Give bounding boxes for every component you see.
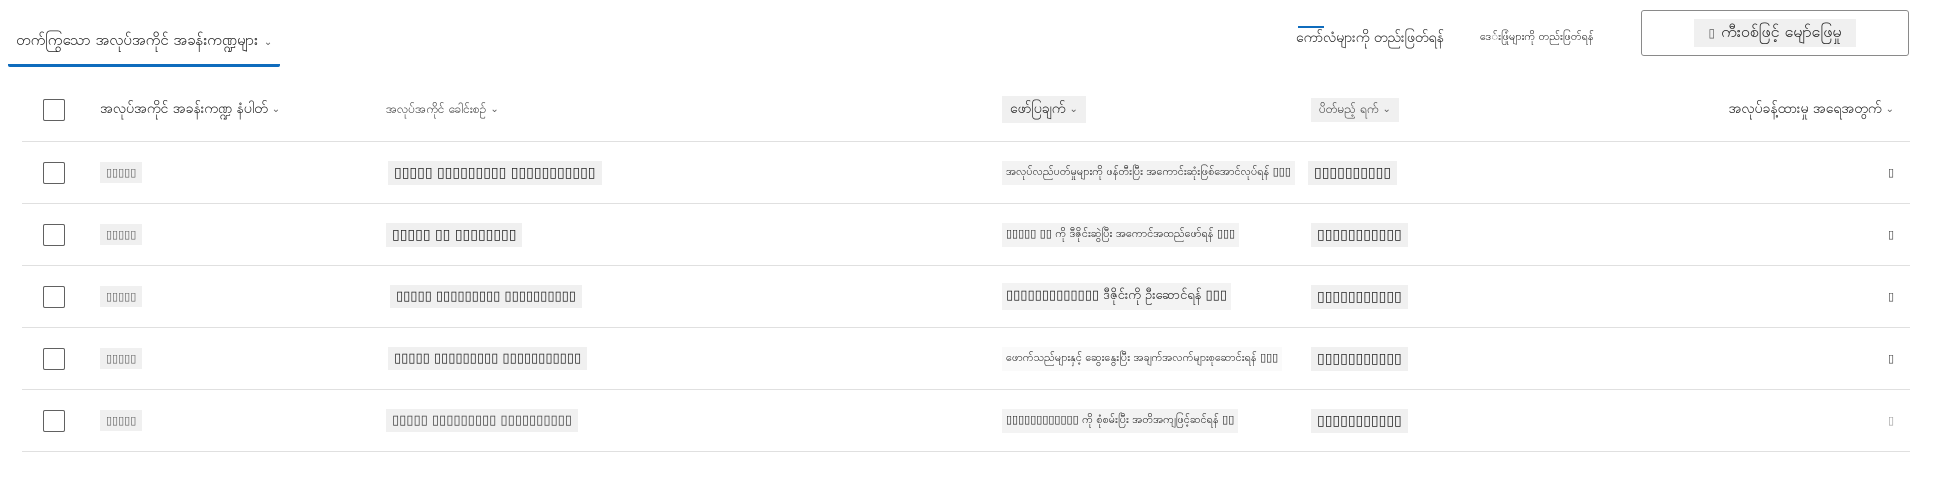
job-role-description: ▯▯▯▯▯▯▯▯▯▯▯▯ ကို စုံစမ်းပြီး အတိအကျဖြင့်… [1002,408,1239,433]
job-role-number[interactable]: ▯▯▯▯▯ [100,224,143,245]
job-role-hours: ▯ [1887,166,1894,179]
job-role-number[interactable]: ▯▯▯▯▯ [100,286,143,307]
job-role-hours: ▯ [1887,352,1894,365]
job-role-description: ▯▯▯▯▯ ▯▯ ကို ဒီဇိုင်းဆွဲပြီး အကောင်အထည်ဖ… [1002,222,1240,247]
header-description[interactable]: ဖော်ပြချက် ⌄ [1002,78,1086,141]
table-row[interactable]: ▯▯▯▯▯ ▯▯▯▯▯ ▯▯▯▯▯▯▯▯▯ ▯▯▯▯▯▯▯▯▯▯ ▯▯▯▯▯▯▯… [22,390,1910,452]
job-role-due-date: ▯▯▯▯▯▯▯▯▯▯ [1308,160,1398,185]
row-checkbox[interactable] [43,409,65,432]
sort-chevron-icon: ⌄ [1885,104,1894,115]
header-job-role-title-label: အလုပ်အကိုင် ခေါင်းစဉ် [386,101,487,116]
edit-columns-button[interactable]: ကော်လံများကို တည်းဖြတ်ရန် [1296,22,1444,54]
job-role-number[interactable]: ▯▯▯▯▯ [100,162,143,183]
job-role-title[interactable]: ▯▯▯▯▯ ▯▯▯▯▯▯▯▯▯ ▯▯▯▯▯▯▯▯▯▯ [390,285,582,308]
map-view-button[interactable]: ▯ ကီးဝစ်ဖြင့် မျော်ဖြေမှု [1641,10,1909,56]
header-job-role-title[interactable]: အလုပ်အကိုင် ခေါင်းစဉ် ⌄ [386,78,499,141]
select-all-cell [43,78,65,141]
select-all-checkbox[interactable] [43,98,65,121]
table-header-row: အလုပ်အကိုင် အခန်းကဏ္ဍ နံပါတ် ⌄ အလုပ်အကို… [22,78,1910,142]
map-view-inner: ▯ ကီးဝစ်ဖြင့် မျော်ဖြေမှု [1694,19,1856,47]
table-row[interactable]: ▯▯▯▯▯ ▯▯▯▯▯ ▯▯ ▯▯▯▯▯▯▯▯ ▯▯▯▯▯ ▯▯ ကို ဒီဇ… [22,204,1910,266]
job-role-hours: ▯ [1887,414,1894,427]
header-hours-needed-label: အလုပ်ခန့်ထားမှု အရေအတွက် [1728,101,1882,117]
view-selector-label: တက်ကြွသော အလုပ်အကိုင် အခန်းကဏ္ဍများ [16,31,258,49]
view-selector-tab[interactable]: တက်ကြွသော အလုပ်အကိုင် အခန်းကဏ္ဍများ ⌄ [8,20,281,67]
job-role-number[interactable]: ▯▯▯▯▯ [100,410,143,431]
job-role-description: ▯▯▯▯▯▯▯▯▯▯▯▯▯ ဒီဇိုင်းကို ဦးဆောင်ရန် ▯▯▯ [1002,283,1231,310]
job-role-due-date: ▯▯▯▯▯▯▯▯▯▯▯ [1311,346,1408,371]
job-role-description: အလုပ်လည်ပတ်မှုများကို ဖန်တီးပြီး အကောင်း… [1002,160,1295,185]
job-role-title[interactable]: ▯▯▯▯▯ ▯▯ ▯▯▯▯▯▯▯▯ [386,222,523,247]
sort-chevron-icon: ⌄ [271,104,281,115]
sort-chevron-icon: ⌄ [490,104,499,115]
header-job-role-number[interactable]: အလုပ်အကိုင် အခန်းကဏ္ဍ နံပါတ် ⌄ [100,78,280,141]
job-role-number[interactable]: ▯▯▯▯▯ [100,348,143,369]
job-role-title[interactable]: ▯▯▯▯▯ ▯▯▯▯▯▯▯▯▯ ▯▯▯▯▯▯▯▯▯▯▯ [388,347,588,370]
header-description-label: ဖော်ပြချက် [1010,101,1066,117]
job-roles-grid: အလုပ်အကိုင် အခန်းကဏ္ဍ နံပါတ် ⌄ အလုပ်အကို… [22,78,1910,452]
job-role-title[interactable]: ▯▯▯▯▯ ▯▯▯▯▯▯▯▯▯ ▯▯▯▯▯▯▯▯▯▯ [386,409,578,432]
job-role-description: ဖောက်သည်များနှင့် ဆွေးနွေးပြီး အချက်အလက်… [1002,346,1283,371]
edit-columns-accent [1298,26,1324,28]
sort-chevron-icon: ⌄ [1069,104,1078,115]
sort-chevron-icon: ⌄ [1382,104,1391,115]
row-checkbox[interactable] [43,161,65,184]
table-row[interactable]: ▯▯▯▯▯ ▯▯▯▯▯ ▯▯▯▯▯▯▯▯▯ ▯▯▯▯▯▯▯▯▯▯▯ ဖောက်သ… [22,328,1910,390]
map-view-label: ကီးဝစ်ဖြင့် မျော်ဖြေမှု [1721,22,1842,41]
job-role-title[interactable]: ▯▯▯▯▯ ▯▯▯▯▯▯▯▯▯ ▯▯▯▯▯▯▯▯▯▯▯ [388,160,602,185]
command-bar: တက်ကြွသော အလုပ်အကိုင် အခန်းကဏ္ဍများ ⌄ ကေ… [0,0,1954,68]
header-job-role-number-label: အလုပ်အကိုင် အခန်းကဏ္ဍ နံပါတ် [100,101,268,117]
edit-columns-label: ကော်လံများကို တည်းဖြတ်ရန် [1296,29,1444,46]
row-checkbox[interactable] [43,347,65,370]
chevron-down-icon: ⌄ [263,36,273,48]
map-icon: ▯ [1708,26,1716,40]
row-checkbox[interactable] [43,285,65,308]
table-row[interactable]: ▯▯▯▯▯ ▯▯▯▯▯ ▯▯▯▯▯▯▯▯▯ ▯▯▯▯▯▯▯▯▯▯ ▯▯▯▯▯▯▯… [22,266,1910,328]
job-role-due-date: ▯▯▯▯▯▯▯▯▯▯▯ [1311,408,1408,433]
table-row[interactable]: ▯▯▯▯▯ ▯▯▯▯▯ ▯▯▯▯▯▯▯▯▯ ▯▯▯▯▯▯▯▯▯▯▯ အလုပ်လ… [22,142,1910,204]
job-role-due-date: ▯▯▯▯▯▯▯▯▯▯▯ [1311,222,1408,247]
row-checkbox[interactable] [43,223,65,246]
job-role-due-date: ▯▯▯▯▯▯▯▯▯▯▯ [1311,284,1408,309]
header-due-date[interactable]: ပိတ်မည့် ရက် ⌄ [1311,78,1399,141]
edit-filters-button[interactable]: ဒေ်းဖြုံများကို တည်းဖြတ်ရန် [1480,22,1594,54]
header-hours-needed[interactable]: အလုပ်ခန့်ထားမှု အရေအတွက် ⌄ [1729,78,1894,141]
job-role-hours: ▯ [1887,228,1894,241]
header-due-date-label: ပိတ်မည့် ရက် [1319,101,1379,116]
job-role-hours: ▯ [1887,290,1894,303]
edit-filters-label: ဒေ်းဖြုံများကို တည်းဖြတ်ရန် [1480,30,1594,43]
